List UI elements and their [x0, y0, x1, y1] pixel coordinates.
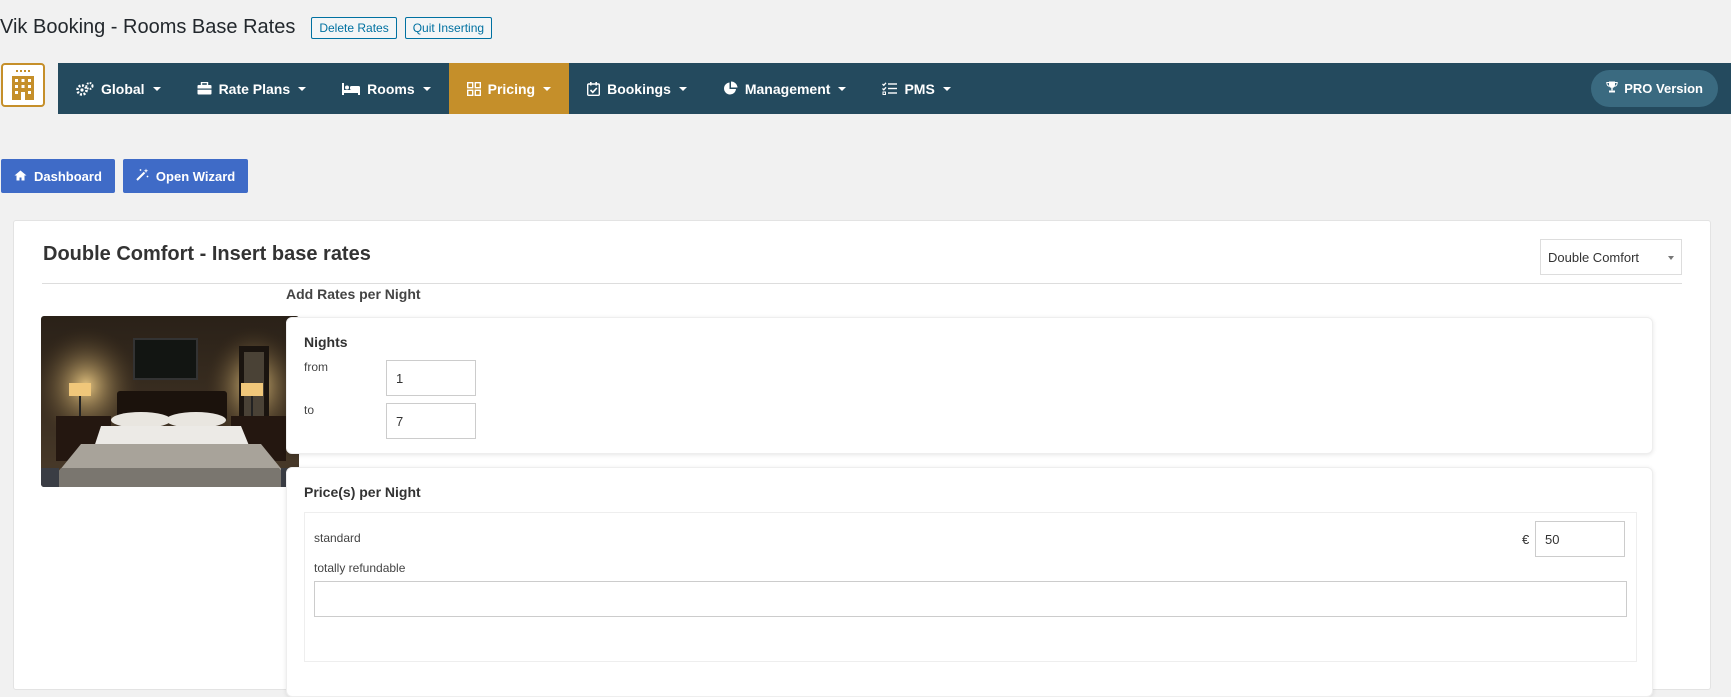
nights-panel: Nights from to	[286, 317, 1653, 454]
page-title: Vik Booking - Rooms Base Rates	[0, 16, 296, 38]
card-title: Double Comfort - Insert base rates	[43, 243, 371, 265]
magic-wand-icon	[136, 168, 149, 184]
chevron-down-icon	[152, 86, 161, 91]
chevron-down-icon	[678, 86, 687, 91]
nav-pms-label: PMS	[904, 80, 935, 97]
select-caret-icon	[1668, 256, 1674, 260]
home-icon	[14, 169, 27, 184]
prices-panel: Price(s) per Night standard € totally re…	[286, 467, 1653, 697]
action-buttons: Dashboard Open Wizard	[1, 159, 249, 193]
room-select-value: Double Comfort	[1548, 249, 1640, 265]
add-rates-label: Add Rates per Night	[286, 286, 421, 302]
base-rates-card: Double Comfort - Insert base rates Doubl…	[13, 220, 1711, 697]
nights-title: Nights	[304, 334, 348, 350]
rate-plan-row: standard € totally refundable	[304, 512, 1637, 662]
prices-title: Price(s) per Night	[304, 484, 421, 500]
open-wizard-button[interactable]: Open Wizard	[122, 159, 249, 193]
open-wizard-label: Open Wizard	[155, 168, 236, 184]
trophy-icon	[1606, 81, 1618, 96]
pie-chart-icon	[723, 81, 738, 96]
quit-inserting-button[interactable]: Quit Inserting	[404, 16, 493, 39]
delete-rates-button[interactable]: Delete Rates	[311, 16, 397, 39]
nights-to-input[interactable]	[386, 403, 476, 439]
briefcase-icon	[197, 82, 212, 95]
calendar-check-icon	[587, 81, 601, 96]
chevron-down-icon	[838, 86, 847, 91]
chevron-down-icon	[543, 86, 552, 91]
pricing-grid-icon	[466, 81, 481, 96]
nav-management[interactable]: Management	[705, 63, 865, 114]
nights-from-input[interactable]	[386, 360, 476, 396]
chevron-down-icon	[298, 86, 307, 91]
nav-rate-plans[interactable]: Rate Plans	[179, 63, 325, 114]
nav-global[interactable]: Global	[58, 63, 179, 114]
currency-symbol: €	[1522, 532, 1530, 547]
nav-rate-plans-label: Rate Plans	[218, 80, 291, 97]
hotel-building-icon	[12, 70, 34, 100]
rate-plan-extra-field[interactable]	[314, 581, 1627, 617]
nav-global-label: Global	[101, 80, 145, 97]
room-photo	[41, 316, 299, 487]
bed-icon	[342, 82, 361, 95]
dashboard-label: Dashboard	[34, 168, 102, 184]
chevron-down-icon	[422, 86, 431, 91]
nav-rooms-label: Rooms	[367, 80, 415, 97]
to-label: to	[304, 403, 315, 417]
pro-version-label: PRO Version	[1624, 81, 1703, 96]
from-label: from	[304, 360, 328, 374]
main-navbar: Global Rate Plans Rooms Pricing Bookings	[58, 63, 1731, 114]
rate-plan-name: standard	[314, 531, 361, 545]
room-select[interactable]: Double Comfort	[1540, 239, 1682, 275]
nav-rooms[interactable]: Rooms	[324, 63, 448, 114]
gears-icon	[76, 81, 94, 96]
chevron-down-icon	[942, 86, 951, 91]
pro-version-button[interactable]: PRO Version	[1591, 70, 1718, 107]
title-row: Vik Booking - Rooms Base Rates Delete Ra…	[0, 16, 493, 39]
nav-pms[interactable]: PMS	[864, 63, 968, 114]
nav-pricing[interactable]: Pricing	[448, 63, 570, 114]
dashboard-button[interactable]: Dashboard	[1, 159, 115, 193]
divider	[42, 283, 1682, 284]
vikbooking-logo[interactable]	[1, 63, 45, 107]
nav-bookings[interactable]: Bookings	[569, 63, 705, 114]
nav-bookings-label: Bookings	[607, 80, 671, 97]
price-input[interactable]	[1535, 521, 1625, 557]
nav-management-label: Management	[744, 80, 831, 97]
rate-plan-note: totally refundable	[314, 561, 406, 575]
nav-pricing-label: Pricing	[487, 80, 536, 97]
tasks-list-icon	[882, 82, 898, 95]
